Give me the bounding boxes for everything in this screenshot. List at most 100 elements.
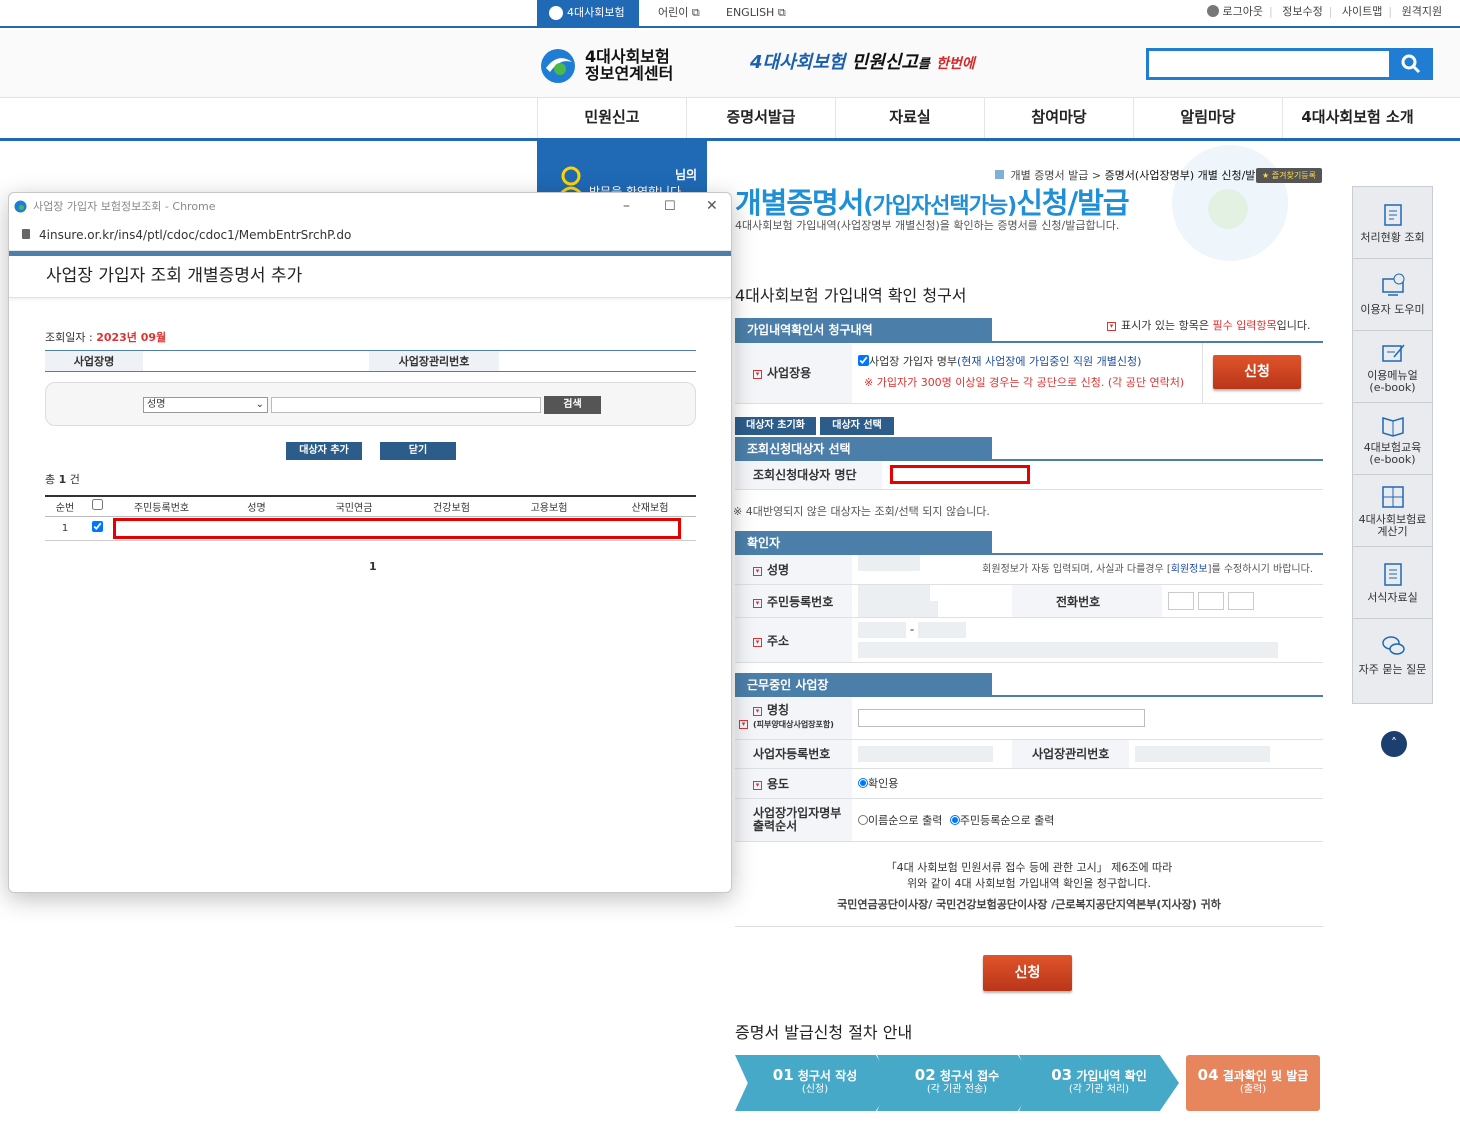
search-button[interactable] bbox=[1389, 48, 1433, 80]
confirmer-table: ▾ 성명 회원정보가 자동 입력되며, 사실과 다를경우 [회원정보]를 수정하시… bbox=[735, 555, 1323, 663]
quick-forms[interactable]: 서식자료실 bbox=[1353, 547, 1432, 619]
phone-field-2[interactable] bbox=[1197, 592, 1224, 610]
apply-button-top[interactable]: 신청 bbox=[1213, 355, 1301, 389]
rrn-label: 주민등록번호 bbox=[767, 594, 834, 609]
logout-link[interactable]: 로그아웃 bbox=[1223, 5, 1263, 18]
step-4-label: 결과확인 및 발급 bbox=[1222, 1069, 1309, 1083]
use-checkbox[interactable] bbox=[858, 355, 869, 367]
col-industrial: 산재보험 bbox=[631, 502, 669, 514]
logo-line1: 4대사회보험 bbox=[585, 47, 670, 66]
remote-support-link[interactable]: 원격지원 bbox=[1402, 5, 1442, 18]
biz-name-input[interactable] bbox=[858, 708, 1145, 727]
nav-certificate[interactable]: 증명서발급 bbox=[686, 98, 835, 138]
quick-calculator[interactable]: 4대사회보험료 계산기 bbox=[1353, 475, 1432, 547]
close-icon[interactable]: ✕ bbox=[706, 193, 718, 220]
quick-faq[interactable]: 자주 묻는 질문 bbox=[1353, 619, 1432, 691]
popup-add-button[interactable]: 대상자 추가 bbox=[286, 442, 362, 460]
popup-window: 사업장 가입자 보험정보조회 - Chrome – ☐ ✕ 4insure.or… bbox=[8, 192, 732, 893]
quick-status[interactable]: 처리현황 조회 bbox=[1353, 187, 1432, 259]
order-rrn-radio[interactable] bbox=[949, 814, 960, 825]
popup-bizno-cell bbox=[499, 351, 696, 372]
nav-about[interactable]: 4대사회보험 소개 bbox=[1282, 98, 1432, 138]
rrn-label-cell: ▾ 주민등록번호 bbox=[735, 584, 852, 618]
popup-search-button[interactable]: 검색 bbox=[544, 396, 601, 414]
biz-mgmt-field bbox=[1135, 745, 1270, 762]
bookmark-button[interactable]: ★ 즐겨찾기등록 bbox=[1256, 168, 1322, 183]
name-label: 성명 bbox=[767, 563, 790, 577]
scroll-top-button[interactable]: ˄ bbox=[1381, 731, 1407, 757]
purpose-value: 확인용 bbox=[868, 777, 899, 790]
faq-bubble-icon bbox=[1381, 636, 1405, 655]
tab-english[interactable]: ENGLISH ⧉ bbox=[726, 0, 786, 28]
search-input[interactable] bbox=[1146, 48, 1390, 80]
quick-education-sub: (e-book) bbox=[1369, 453, 1416, 466]
new-window-icon: ⧉ bbox=[691, 6, 700, 19]
popup-close-button[interactable]: 닫기 bbox=[380, 442, 456, 460]
popup-search-select[interactable]: 성명 ⌄ bbox=[143, 397, 268, 413]
notice-line2: 위와 같이 4대 사회보험 가입내역 확인을 청구합니다. bbox=[907, 877, 1151, 890]
page-title-a: 개별증명서 bbox=[735, 186, 864, 220]
row-checkbox[interactable] bbox=[91, 521, 103, 532]
popup-bizname-cell bbox=[143, 351, 369, 372]
order-label-2: 출력순서 bbox=[753, 818, 798, 833]
tab-4insurance[interactable]: 4대사회보험 bbox=[537, 0, 639, 28]
edit-info-link[interactable]: 정보수정 bbox=[1282, 5, 1322, 18]
reset-target-button[interactable]: 대상자 초기화 bbox=[735, 417, 816, 435]
sitemap-link[interactable]: 사이트맵 bbox=[1342, 5, 1382, 18]
biz-name-sub: (피부양대상사업장포함) bbox=[753, 720, 834, 730]
nav-complaint[interactable]: 민원신고 bbox=[537, 98, 686, 138]
popup-url: 4insure.or.kr/ins4/ptl/cdoc/cdoc1/MembEn… bbox=[39, 228, 352, 242]
calculator-icon bbox=[1381, 486, 1404, 508]
quick-education[interactable]: 4대보험교육 (e-book) bbox=[1353, 403, 1432, 475]
order-label-cell: 사업장가입자명부 출력순서 bbox=[735, 798, 852, 842]
popup-date-value: 2023년 09월 bbox=[96, 331, 167, 344]
apply-button-bottom[interactable]: 신청 bbox=[983, 955, 1072, 991]
maximize-icon[interactable]: ☐ bbox=[664, 193, 676, 220]
target-list-redacted bbox=[890, 465, 1030, 485]
order-name-radio[interactable] bbox=[858, 814, 868, 825]
name-label-cell: ▾ 성명 bbox=[735, 555, 852, 585]
use-check-label: 사업장 가입자 명부 bbox=[869, 355, 957, 369]
popup-addressbar[interactable]: 4insure.or.kr/ins4/ptl/cdoc/cdoc1/MembEn… bbox=[9, 220, 731, 251]
new-window-icon: ⧉ bbox=[777, 6, 786, 19]
notice: 「4대 사회보험 민원서류 접수 등에 관한 고시」 제6조에 따라 위와 같이… bbox=[735, 860, 1323, 913]
quick-status-label: 처리현황 조회 bbox=[1360, 231, 1425, 244]
use-label-cell: ▾ 사업장용 bbox=[735, 343, 852, 404]
phone-field-3[interactable] bbox=[1227, 592, 1254, 610]
popup-check-all[interactable] bbox=[91, 499, 103, 511]
nav-participation[interactable]: 참여마당 bbox=[984, 98, 1133, 138]
clipboard-icon bbox=[1383, 204, 1402, 226]
popup-window-title: 사업장 가입자 보험정보조회 - Chrome bbox=[33, 200, 216, 213]
purpose-label-cell: ▾ 용도 bbox=[735, 768, 852, 799]
required-mark-icon: ▾ bbox=[753, 780, 762, 790]
logout-icon bbox=[1207, 5, 1219, 17]
tab-kids[interactable]: 어린이 ⧉ bbox=[658, 0, 700, 28]
phone-field-1[interactable] bbox=[1168, 592, 1194, 610]
required-note-c: 입니다. bbox=[1276, 319, 1311, 332]
logo-icon[interactable] bbox=[540, 48, 576, 84]
nav-notice[interactable]: 알림마당 bbox=[1133, 98, 1282, 138]
slogan: 4대사회보험 민원신고를 한번에 bbox=[750, 48, 975, 74]
logo-text[interactable]: 4대사회보험 정보연계센터 bbox=[585, 48, 673, 82]
select-target-button[interactable]: 대상자 선택 bbox=[820, 417, 894, 435]
quick-manual[interactable]: 이용메뉴얼 (e-book) bbox=[1353, 331, 1432, 403]
step-1: 01 청구서 작성 (신청) bbox=[735, 1055, 895, 1111]
use-check-blue: (현재 사업장에 가입중인 직원 개별신청) bbox=[956, 355, 1142, 369]
purpose-radio[interactable] bbox=[858, 778, 868, 788]
zip-field-2 bbox=[918, 622, 966, 638]
steps-title: 증명서 발급신청 절차 안내 bbox=[735, 1023, 913, 1042]
name-hint: 회원정보가 자동 입력되며, 사실과 다를경우 [회원정보]를 수정하시기 바랍… bbox=[982, 555, 1313, 584]
step-4-sub: (출력) bbox=[1239, 1084, 1267, 1095]
nav-library[interactable]: 자료실 bbox=[835, 98, 984, 138]
member-info-link[interactable]: 회원정보 bbox=[1171, 564, 1208, 575]
required-mark-icon: ▾ bbox=[739, 720, 748, 730]
page-title: 개별증명서(가입자선택가능)신청/발급 bbox=[735, 180, 1130, 222]
quick-helper[interactable]: 이용자 도우미 bbox=[1353, 259, 1432, 331]
page-title-c: 신청/발급 bbox=[1016, 186, 1129, 220]
popup-search-input[interactable] bbox=[271, 397, 541, 413]
minimize-icon[interactable]: – bbox=[623, 193, 630, 220]
popup-page-number[interactable]: 1 bbox=[369, 560, 377, 573]
biz-reg-label: 사업자등록번호 bbox=[735, 739, 852, 769]
col-health: 건강보험 bbox=[433, 502, 470, 514]
home-icon[interactable] bbox=[995, 170, 1004, 179]
